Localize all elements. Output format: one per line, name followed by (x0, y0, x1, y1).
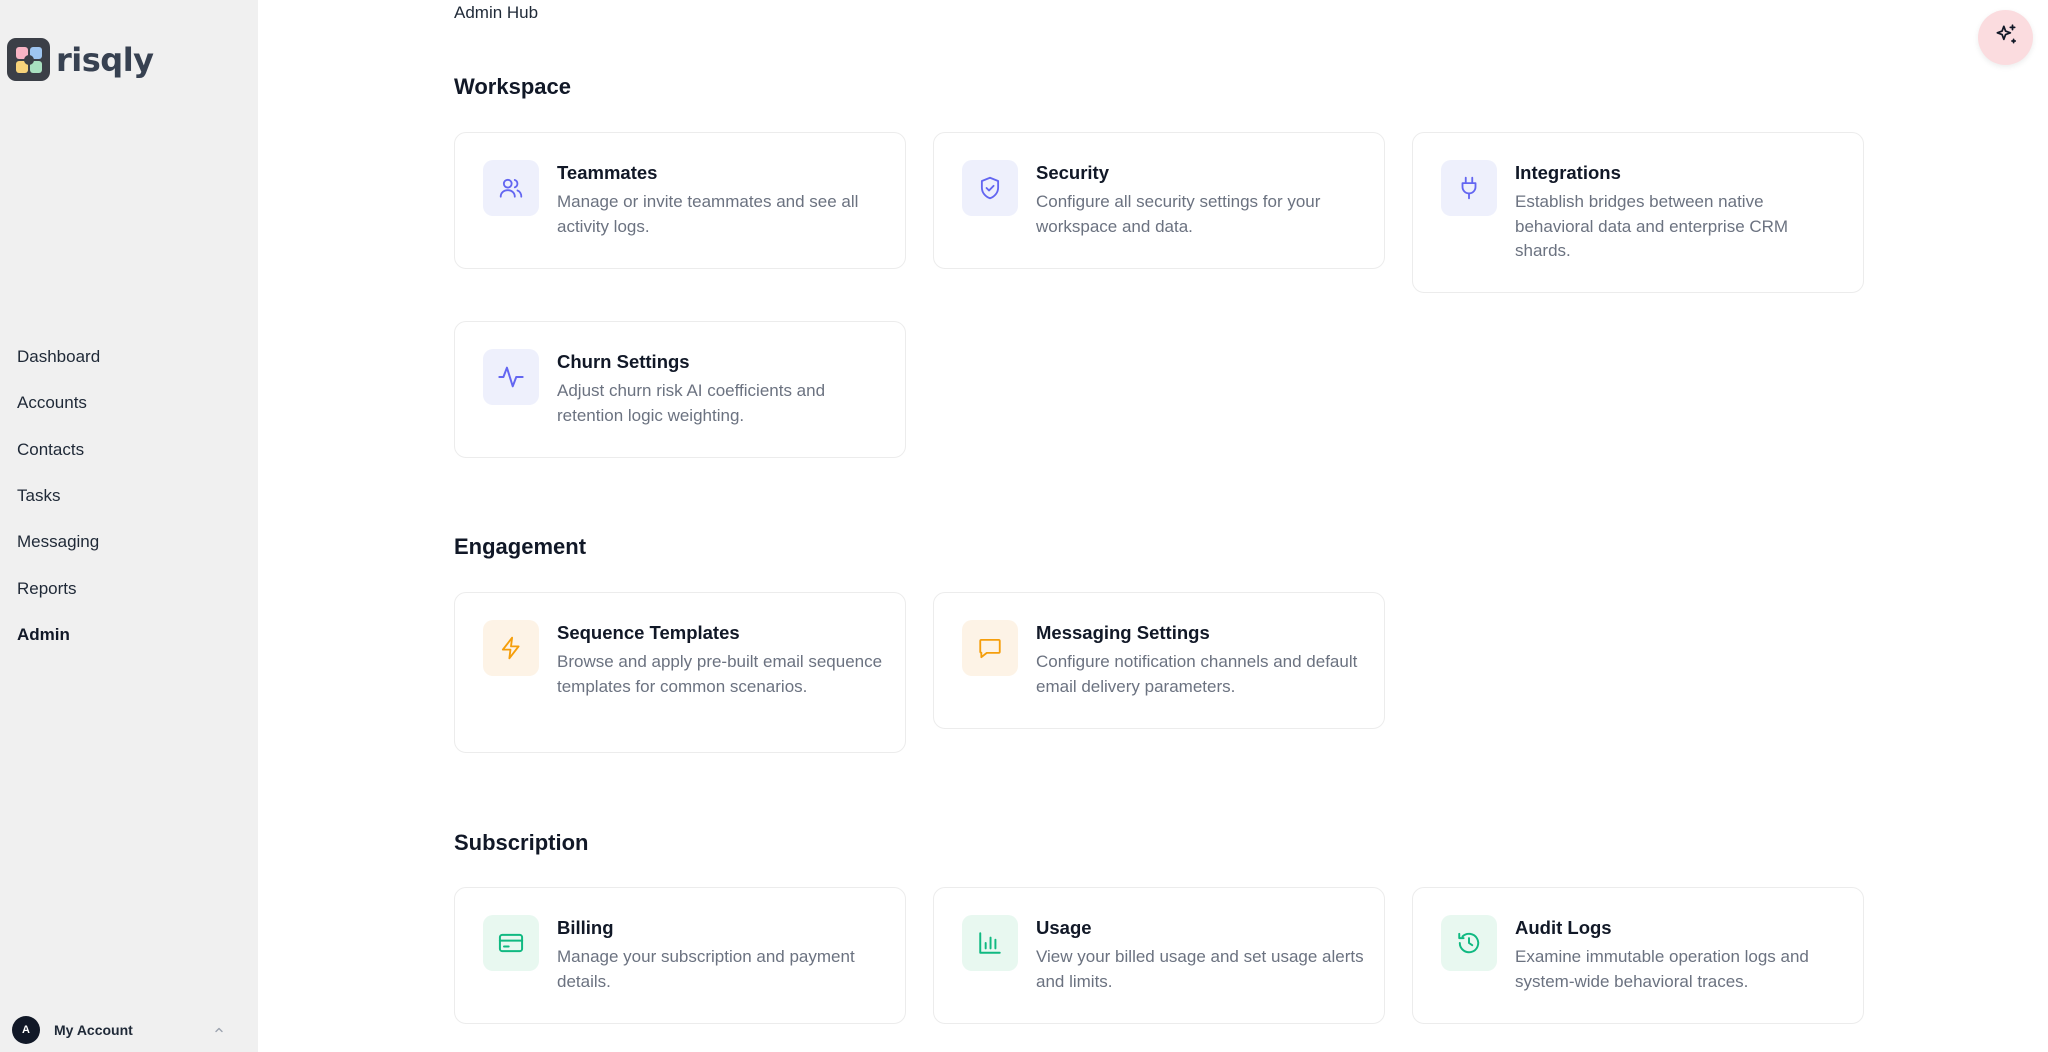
card-title: Integrations (1515, 162, 1621, 183)
bar-chart-icon (962, 915, 1018, 971)
section-title-engagement: Engagement (454, 534, 587, 559)
card-audit-logs[interactable]: Audit Logs Examine immutable operation l… (1412, 887, 1864, 1024)
message-square-icon (962, 620, 1018, 676)
card-title: Security (1036, 162, 1110, 183)
card-description: Examine immutable operation logs and sys… (1515, 947, 1809, 991)
card-title: Usage (1036, 917, 1092, 938)
card-description: Configure all security settings for your… (1036, 192, 1321, 236)
sidebar-nav: Dashboard Accounts Contacts Tasks Messag… (0, 334, 258, 658)
card-title: Teammates (557, 162, 658, 183)
card-billing[interactable]: Billing Manage your subscription and pay… (454, 887, 906, 1024)
brand-logo[interactable]: risqly (7, 38, 154, 81)
card-description: Manage or invite teammates and see all a… (557, 192, 859, 236)
ai-assistant-button[interactable] (1978, 10, 2033, 65)
sidebar-item-tasks[interactable]: Tasks (0, 473, 258, 519)
chevron-up-icon (212, 1023, 226, 1037)
card-title: Messaging Settings (1036, 622, 1210, 643)
account-label: My Account (54, 1022, 133, 1038)
card-teammates[interactable]: Teammates Manage or invite teammates and… (454, 132, 906, 269)
card-title: Audit Logs (1515, 917, 1612, 938)
brand-name: risqly (56, 40, 154, 79)
card-title: Sequence Templates (557, 622, 740, 643)
section-title-subscription: Subscription (454, 830, 589, 855)
logo-mark-icon (7, 38, 50, 81)
avatar: A (12, 1016, 40, 1044)
sidebar-item-admin[interactable]: Admin (0, 612, 258, 658)
lightning-icon (483, 620, 539, 676)
card-usage[interactable]: Usage View your billed usage and set usa… (933, 887, 1385, 1024)
card-messaging-settings[interactable]: Messaging Settings Configure notificatio… (933, 592, 1385, 729)
sidebar: risqly Dashboard Accounts Contacts Tasks… (0, 0, 258, 1052)
sidebar-item-reports[interactable]: Reports (0, 565, 258, 611)
card-description: Configure notification channels and defa… (1036, 652, 1358, 696)
card-title: Billing (557, 917, 614, 938)
sidebar-item-contacts[interactable]: Contacts (0, 427, 258, 473)
card-description: Manage your subscription and payment det… (557, 947, 855, 991)
credit-card-icon (483, 915, 539, 971)
card-description: View your billed usage and set usage ale… (1036, 947, 1364, 991)
card-description: Browse and apply pre-built email sequenc… (557, 652, 883, 696)
sidebar-item-dashboard[interactable]: Dashboard (0, 334, 258, 380)
card-security[interactable]: Security Configure all security settings… (933, 132, 1385, 269)
card-title: Churn Settings (557, 351, 690, 372)
main-content: Admin Hub Workspace Teammates Manage or … (258, 0, 2048, 1052)
card-churn-settings[interactable]: Churn Settings Adjust churn risk AI coef… (454, 321, 906, 458)
sidebar-item-accounts[interactable]: Accounts (0, 380, 258, 426)
account-menu-button[interactable]: A My Account (12, 1014, 226, 1046)
shield-check-icon (962, 160, 1018, 216)
history-icon (1441, 915, 1497, 971)
users-icon (483, 160, 539, 216)
sidebar-item-messaging[interactable]: Messaging (0, 519, 258, 565)
card-sequence-templates[interactable]: Sequence Templates Browse and apply pre-… (454, 592, 906, 753)
plug-icon (1441, 160, 1497, 216)
activity-icon (483, 349, 539, 405)
card-description: Adjust churn risk AI coefficients and re… (557, 381, 826, 425)
card-description: Establish bridges between native behavio… (1515, 192, 1789, 260)
breadcrumb[interactable]: Admin Hub (454, 3, 538, 23)
sparkle-icon (1993, 22, 2019, 53)
section-title-workspace: Workspace (454, 74, 571, 99)
card-integrations[interactable]: Integrations Establish bridges between n… (1412, 132, 1864, 293)
